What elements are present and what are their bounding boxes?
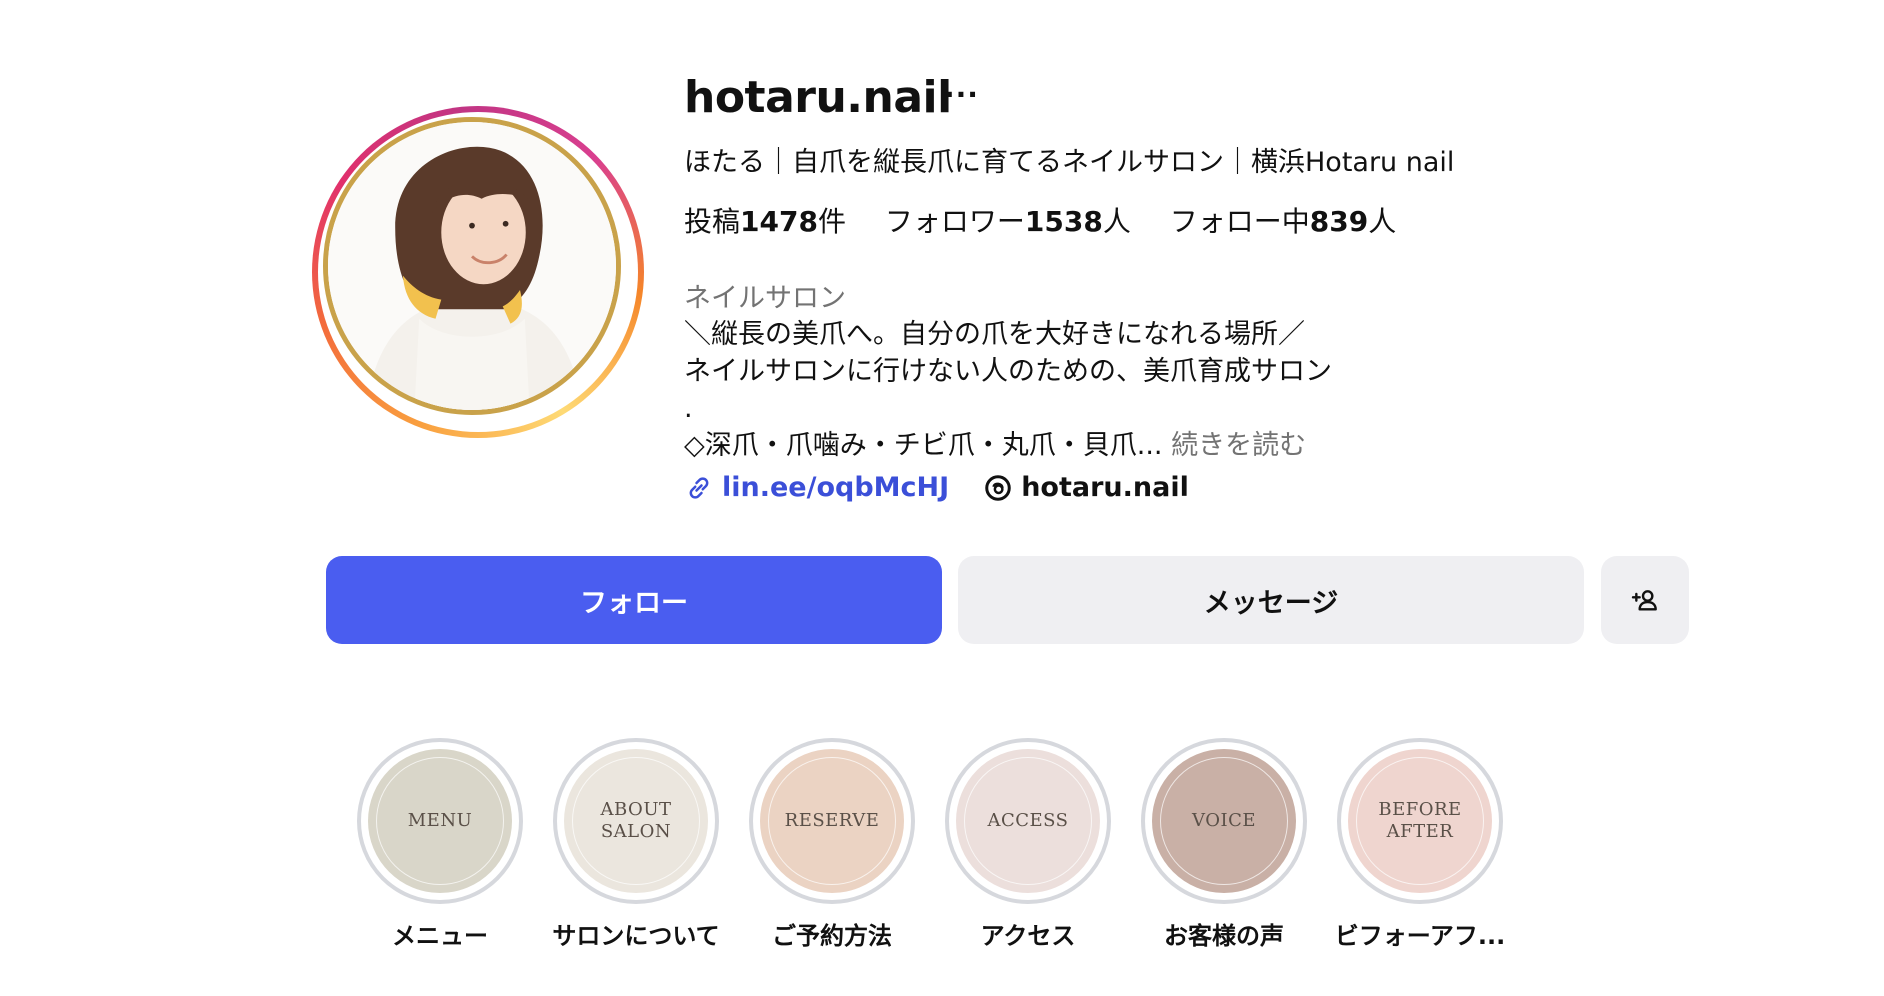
add-user-icon bbox=[1631, 590, 1657, 611]
profile-stats: 投稿1478件 フォロワー1538人 フォロー中839人 bbox=[684, 200, 1426, 240]
highlight-label: お客様の声 bbox=[1164, 922, 1284, 950]
highlight-cover: RESERVE bbox=[760, 749, 904, 893]
message-button[interactable]: メッセージ bbox=[958, 556, 1584, 644]
bio: ＼縦長の美爪へ。自分の爪を大好きになれる場所／ ネイルサロンに行けない人のための… bbox=[684, 316, 1332, 464]
profile-page: hotaru.nail ··· ほたる｜自爪を縦長爪に育てるネイルサロン｜横浜H… bbox=[0, 0, 1884, 996]
highlight-label: サロンについて bbox=[552, 922, 720, 950]
link-icon bbox=[689, 476, 709, 499]
highlight-voice[interactable]: VOICE お客様の声 bbox=[1134, 738, 1314, 951]
external-link[interactable]: lin.ee/oqbMcHJ bbox=[684, 472, 949, 503]
avatar[interactable] bbox=[323, 117, 621, 415]
follow-button[interactable]: フォロー bbox=[326, 556, 942, 644]
threads-text: hotaru.nail bbox=[1021, 472, 1189, 503]
highlight-cover: MENU bbox=[368, 749, 512, 893]
highlight-label: ビフォーアフ... bbox=[1334, 922, 1506, 950]
add-user-button[interactable] bbox=[1601, 556, 1689, 644]
highlight-label: メニュー bbox=[392, 922, 488, 950]
highlight-menu[interactable]: MENU メニュー bbox=[350, 738, 530, 951]
bio-line: ＼縦長の美爪へ。自分の爪を大好きになれる場所／ bbox=[684, 319, 1305, 350]
bio-line: ネイルサロンに行けない人のための、美爪育成サロン bbox=[684, 356, 1332, 387]
threads-icon bbox=[985, 474, 1011, 501]
threads-link[interactable]: hotaru.nail bbox=[983, 472, 1189, 503]
highlight-access[interactable]: ACCESS アクセス bbox=[938, 738, 1118, 951]
highlight-before-after[interactable]: BEFORE AFTER ビフォーアフ... bbox=[1330, 738, 1510, 951]
following-count[interactable]: フォロー中839人 bbox=[1170, 200, 1396, 240]
bio-line: . bbox=[684, 393, 693, 424]
full-name: ほたる｜自爪を縦長爪に育てるネイルサロン｜横浜Hotaru nail bbox=[684, 147, 1455, 178]
highlight-cover: ABOUT SALON bbox=[564, 749, 708, 893]
read-more-link[interactable]: 続きを読む bbox=[1171, 430, 1306, 461]
highlight-label: アクセス bbox=[980, 922, 1076, 950]
username: hotaru.nail bbox=[684, 72, 952, 123]
highlight-about-salon[interactable]: ABOUT SALON サロンについて bbox=[546, 738, 726, 951]
posts-count: 投稿1478件 bbox=[684, 205, 846, 238]
highlight-label: ご予約方法 bbox=[772, 922, 892, 950]
avatar-story-ring[interactable] bbox=[312, 106, 644, 438]
highlight-cover: VOICE bbox=[1152, 749, 1296, 893]
highlight-cover: BEFORE AFTER bbox=[1348, 749, 1492, 893]
profile-category: ネイルサロン bbox=[684, 283, 846, 314]
followers-count[interactable]: フォロワー1538人 bbox=[885, 200, 1131, 240]
profile-photo-icon bbox=[328, 122, 616, 410]
link-text: lin.ee/oqbMcHJ bbox=[722, 472, 950, 503]
bio-line: ◇深爪・爪噛み・チビ爪・丸爪・貝爪... 続きを読む bbox=[684, 430, 1307, 461]
more-options-icon[interactable]: ··· bbox=[944, 78, 979, 111]
highlight-cover: ACCESS bbox=[956, 749, 1100, 893]
profile-links: lin.ee/oqbMcHJ hotaru.nail bbox=[684, 472, 1189, 503]
highlight-reserve[interactable]: RESERVE ご予約方法 bbox=[742, 738, 922, 951]
